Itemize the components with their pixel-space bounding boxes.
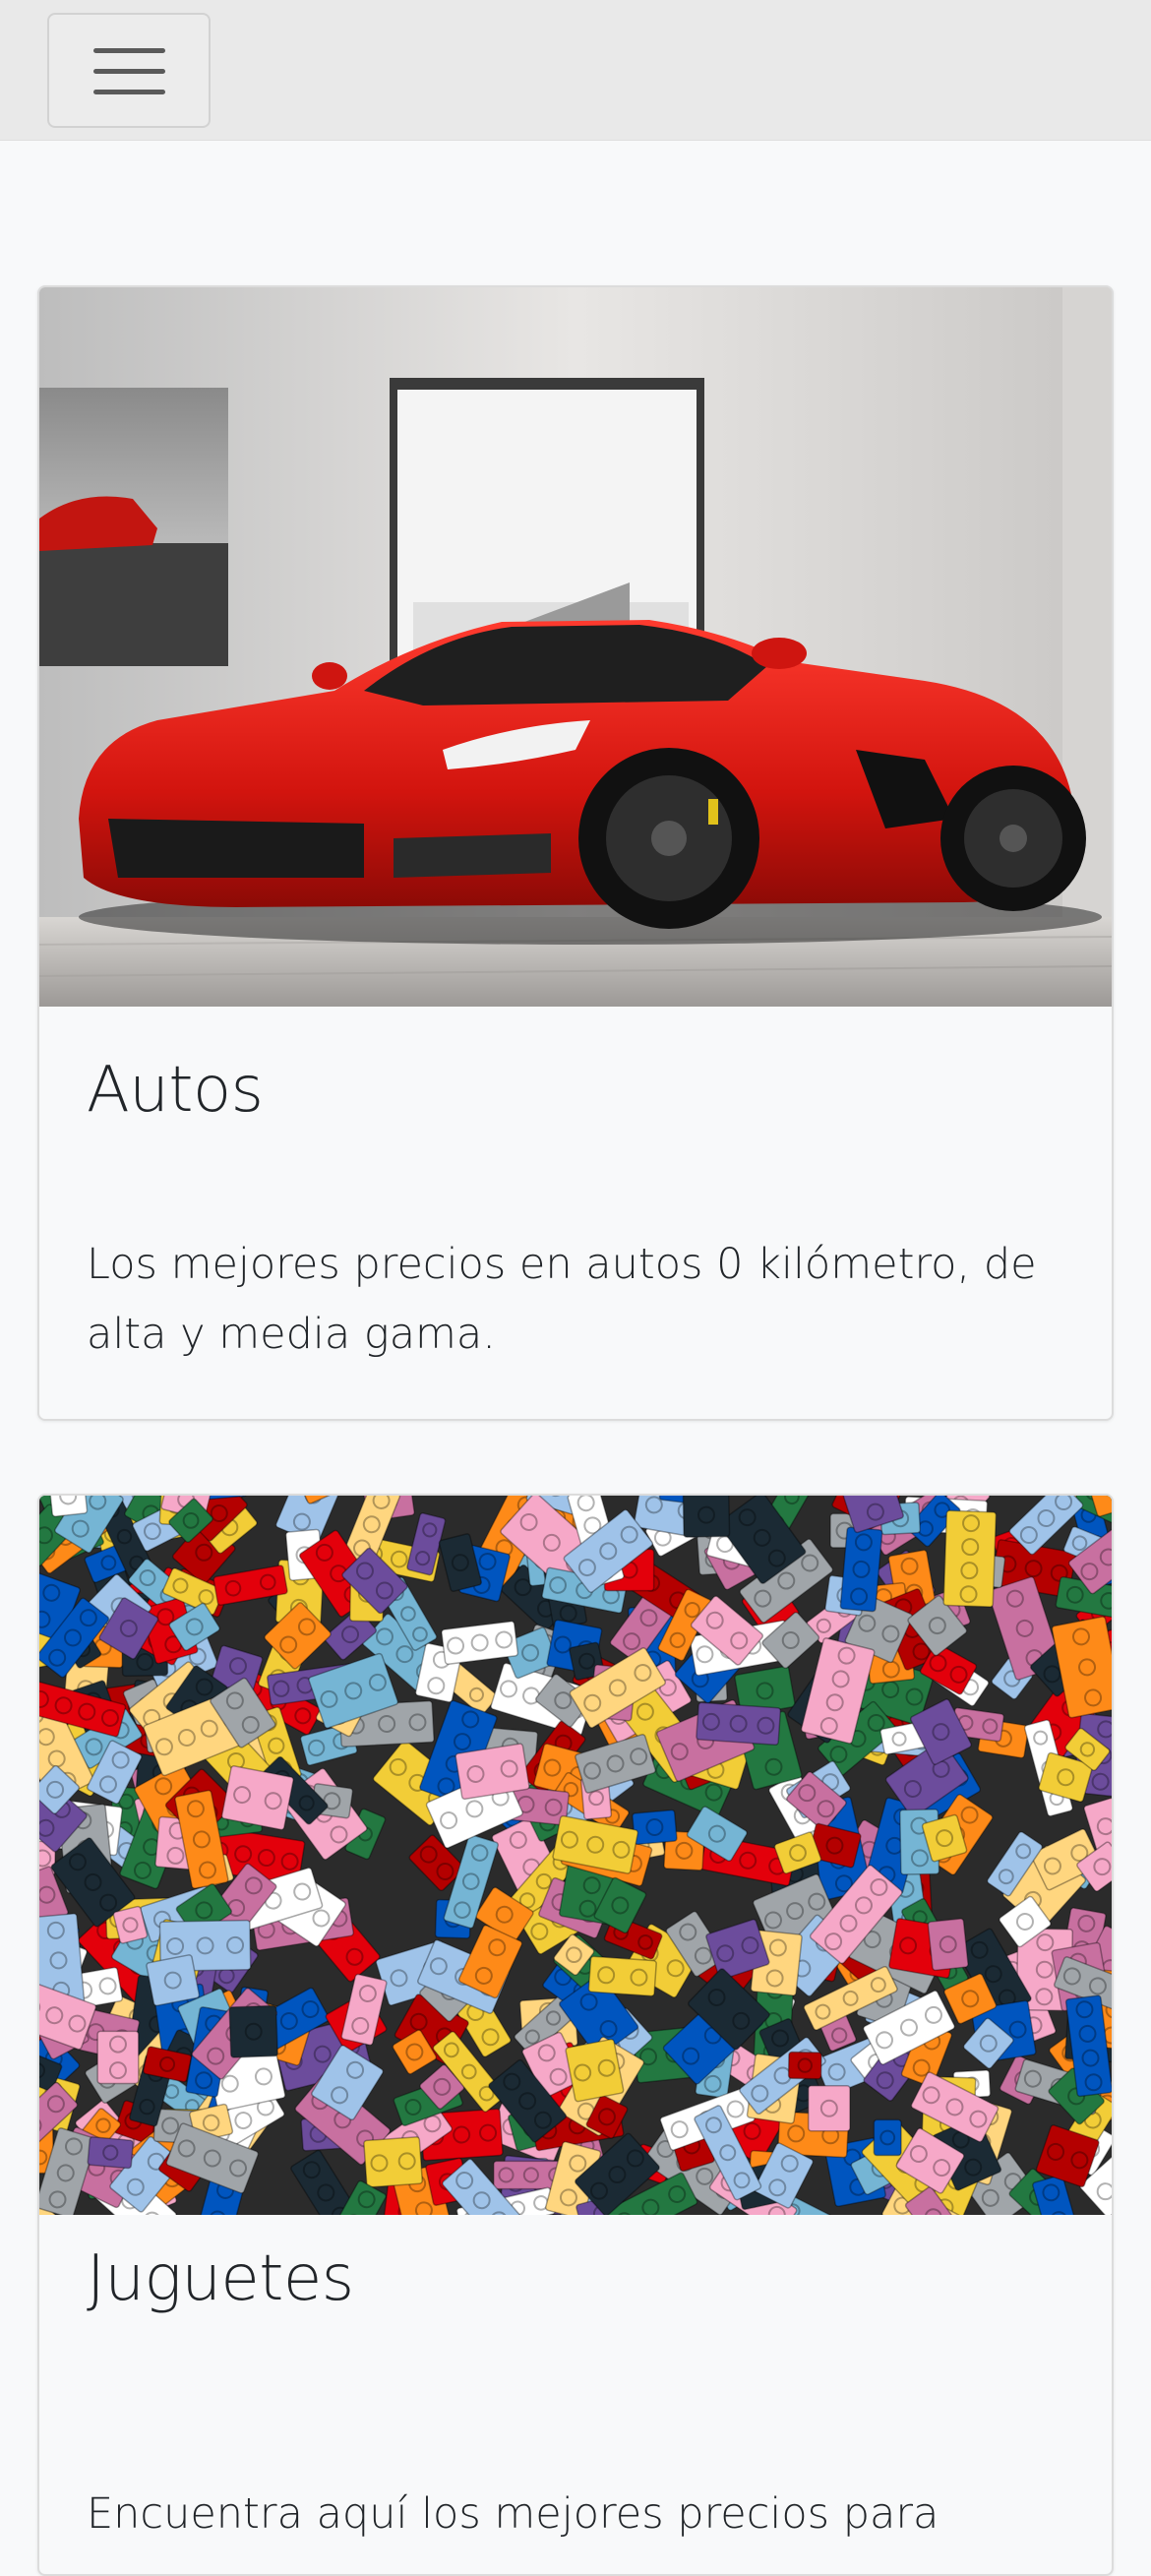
product-card-juguetes[interactable]: Juguetes Encuentra aquí los mejores prec…	[37, 1494, 1114, 2576]
card-description: Encuentra aquí los mejores precios para	[87, 2480, 1070, 2549]
toys-image	[39, 1496, 1112, 2215]
card-title: Juguetes	[87, 2241, 354, 2316]
product-card-autos[interactable]: Autos Los mejores precios en autos 0 kil…	[37, 285, 1114, 1421]
toy-bricks-photo-icon	[39, 1496, 1112, 2215]
car-image	[39, 287, 1112, 1007]
top-navbar	[0, 0, 1151, 141]
card-description: Los mejores precios en autos 0 kilómetro…	[87, 1230, 1070, 1370]
sports-car-photo-icon	[39, 287, 1112, 1007]
card-title: Autos	[87, 1053, 263, 1128]
hamburger-menu-icon	[93, 44, 165, 99]
navbar-toggle-button[interactable]	[47, 13, 211, 128]
